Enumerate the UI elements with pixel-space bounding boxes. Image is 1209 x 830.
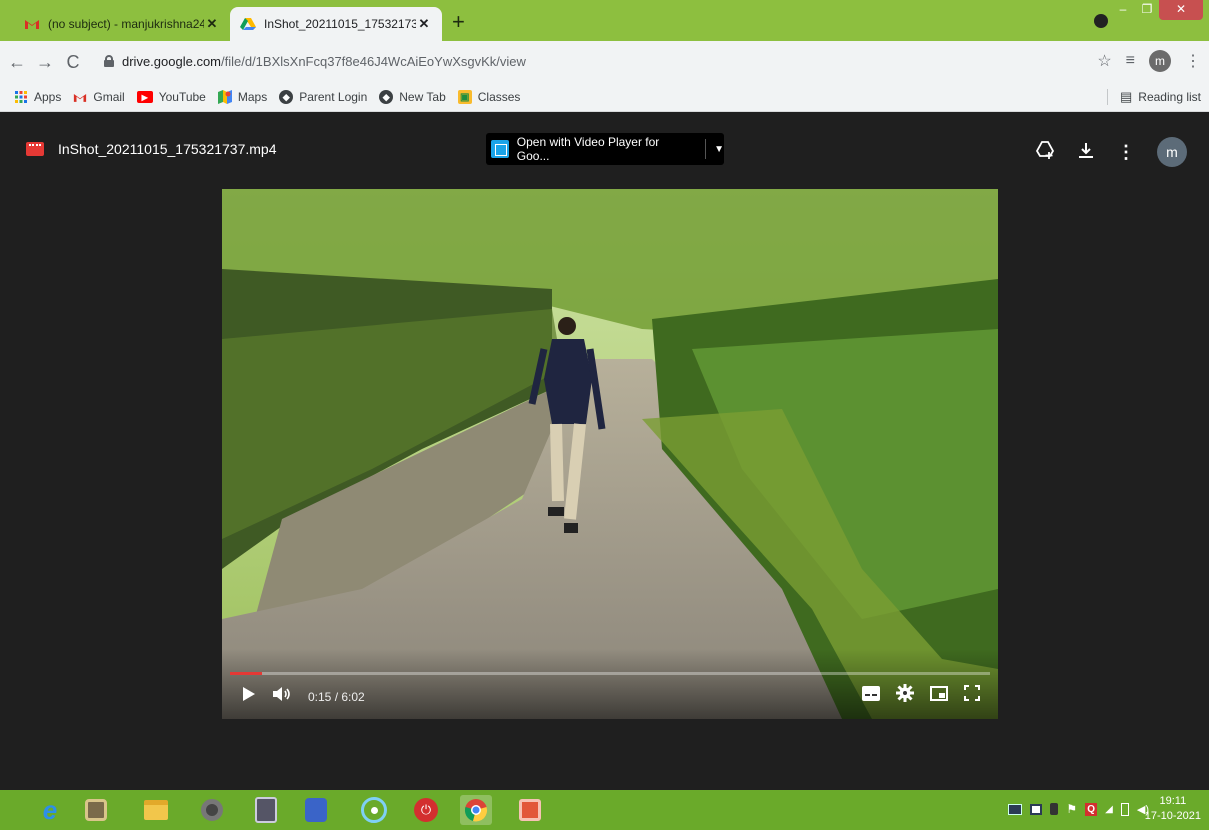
browser-toolbar: ← → C drive.google.com/file/d/1BXlsXnFcq… <box>0 41 1209 83</box>
circle-app-icon[interactable] <box>358 795 390 825</box>
bookmark-label: New Tab <box>399 90 446 104</box>
signal-icon[interactable]: ◢ <box>1105 804 1113 815</box>
classroom-icon: ▣ <box>457 90 472 104</box>
open-with-label: Open with Video Player for Goo... <box>516 135 660 163</box>
tab-title: InShot_20211015_175321737.mp <box>264 17 416 31</box>
reading-list-button[interactable]: ▤ Reading list <box>1107 89 1201 105</box>
maps-icon <box>217 90 232 104</box>
tab-strip: (no subject) - manjukrishna24@g ✕ InShot… <box>0 0 1209 41</box>
tab-gmail[interactable]: (no subject) - manjukrishna24@g ✕ <box>14 7 230 41</box>
usb-icon[interactable] <box>1050 803 1059 815</box>
close-window-icon[interactable]: ✕ <box>1159 0 1203 20</box>
file-header: InShot_20211015_175321737.mp4 <box>26 141 277 157</box>
reading-list-label: Reading list <box>1138 90 1201 104</box>
bookmarks-bar: Apps Gmail ▶ YouTube Maps ◆ Parent Login… <box>0 83 1209 112</box>
forward-arrow-icon[interactable]: → <box>34 52 56 73</box>
control-panel-icon[interactable] <box>300 795 332 825</box>
minimize-icon[interactable]: – <box>1111 0 1135 20</box>
google-drive-icon <box>240 17 256 31</box>
menu-dots-icon[interactable]: ⋮ <box>1185 51 1201 71</box>
video-frame <box>222 189 998 719</box>
youtube-icon: ▶ <box>136 91 153 103</box>
fullscreen-icon[interactable] <box>964 685 980 706</box>
bookmark-new-tab[interactable]: ◆ New Tab <box>379 90 446 104</box>
divider <box>705 139 707 159</box>
url-path: /file/d/1BXlsXnFcq37f8e46J4WcAiEoYwXsgvK… <box>221 53 526 69</box>
apps-grid-icon <box>14 90 28 104</box>
bookmark-label: Parent Login <box>299 90 368 104</box>
desktop-icon[interactable] <box>1008 803 1023 815</box>
download-icon[interactable] <box>1077 141 1095 164</box>
progress-played <box>230 672 262 675</box>
chrome-taskbar-icon[interactable] <box>460 795 492 825</box>
time-display: 0:15 / 6:02 <box>308 689 365 704</box>
bookmark-maps[interactable]: Maps <box>217 90 268 104</box>
gmail-icon <box>73 90 87 104</box>
profile-indicator-icon[interactable] <box>1094 14 1108 28</box>
battery-icon[interactable] <box>1120 802 1129 816</box>
bookmark-label: Maps <box>237 90 268 104</box>
drive-viewer: InShot_20211015_175321737.mp4 Open with … <box>0 113 1209 790</box>
speaker-app-icon[interactable] <box>196 795 228 825</box>
more-options-icon[interactable]: ⋮ <box>1117 142 1135 163</box>
new-tab-button[interactable]: + <box>452 11 465 33</box>
bookmark-youtube[interactable]: ▶ YouTube <box>136 90 206 104</box>
bookmark-label: Gmail <box>93 90 125 104</box>
open-with-button[interactable]: Open with Video Player for Goo... ▼ <box>486 133 724 165</box>
close-tab-icon[interactable]: ✕ <box>204 16 220 32</box>
media-player-icon[interactable] <box>80 795 112 825</box>
network-window-icon[interactable] <box>1030 803 1043 815</box>
volume-icon[interactable] <box>272 686 292 707</box>
back-arrow-icon[interactable]: ← <box>6 52 28 73</box>
windows-taskbar: e ⏻ ⚑ Q ◢ ◀) 19:11 17-10-2021 <box>0 790 1209 830</box>
globe-icon: ◆ <box>379 90 394 104</box>
file-explorer-icon[interactable] <box>140 795 172 825</box>
miniplayer-icon[interactable] <box>930 685 948 706</box>
video-player[interactable]: 0:15 / 6:02 <box>222 189 998 719</box>
reading-queue-icon[interactable]: ≡ <box>1126 52 1135 70</box>
flag-icon[interactable]: ⚑ <box>1066 802 1077 816</box>
progress-bar[interactable] <box>230 672 990 675</box>
globe-icon: ◆ <box>279 90 294 104</box>
add-to-drive-icon[interactable] <box>1035 140 1055 165</box>
video-file-icon <box>26 142 44 156</box>
avatar[interactable]: m <box>1149 50 1171 72</box>
lock-icon <box>104 55 114 67</box>
close-tab-icon[interactable]: ✕ <box>416 16 432 32</box>
clock-time: 19:11 <box>1159 795 1187 807</box>
bookmark-label: Apps <box>34 90 62 104</box>
reading-list-icon: ▤ <box>1120 89 1133 104</box>
url-host: drive.google.com <box>122 53 221 69</box>
presentation-app-icon[interactable] <box>514 795 546 825</box>
file-name: InShot_20211015_175321737.mp4 <box>58 141 277 157</box>
window-controls: – ❐ ✕ <box>1111 0 1203 20</box>
bookmark-apps[interactable]: Apps <box>14 90 61 104</box>
captions-icon[interactable] <box>862 685 880 706</box>
video-player-app-icon <box>491 140 509 158</box>
tab-drive-video[interactable]: InShot_20211015_175321737.mp ✕ <box>230 7 442 41</box>
bookmark-parent-login[interactable]: ◆ Parent Login <box>279 90 367 104</box>
gmail-icon <box>24 17 40 31</box>
play-icon[interactable] <box>242 686 256 707</box>
restore-icon[interactable]: ❐ <box>1135 0 1159 20</box>
tab-title: (no subject) - manjukrishna24@g <box>48 17 204 31</box>
avatar[interactable]: m <box>1157 137 1187 167</box>
bookmark-classes[interactable]: ▣ Classes <box>457 90 521 104</box>
bookmark-label: YouTube <box>158 90 206 104</box>
clock-date: 17-10-2021 <box>1144 810 1201 822</box>
document-app-icon[interactable] <box>250 795 282 825</box>
power-app-icon[interactable]: ⏻ <box>410 795 442 825</box>
bookmark-label: Classes <box>477 90 521 104</box>
settings-gear-icon[interactable] <box>896 684 914 707</box>
address-bar[interactable]: drive.google.com/file/d/1BXlsXnFcq37f8e4… <box>104 47 1114 75</box>
bookmark-gmail[interactable]: Gmail <box>73 90 125 104</box>
system-tray: ⚑ Q ◢ ◀) <box>1008 802 1149 816</box>
internet-explorer-icon[interactable]: e <box>34 795 66 825</box>
chevron-down-icon[interactable]: ▼ <box>714 144 724 155</box>
reload-icon[interactable]: C <box>62 52 84 73</box>
system-clock[interactable]: 19:11 17-10-2021 <box>1145 794 1201 824</box>
antivirus-icon[interactable]: Q <box>1085 802 1098 816</box>
bookmark-star-icon[interactable]: ☆ <box>1097 51 1111 71</box>
